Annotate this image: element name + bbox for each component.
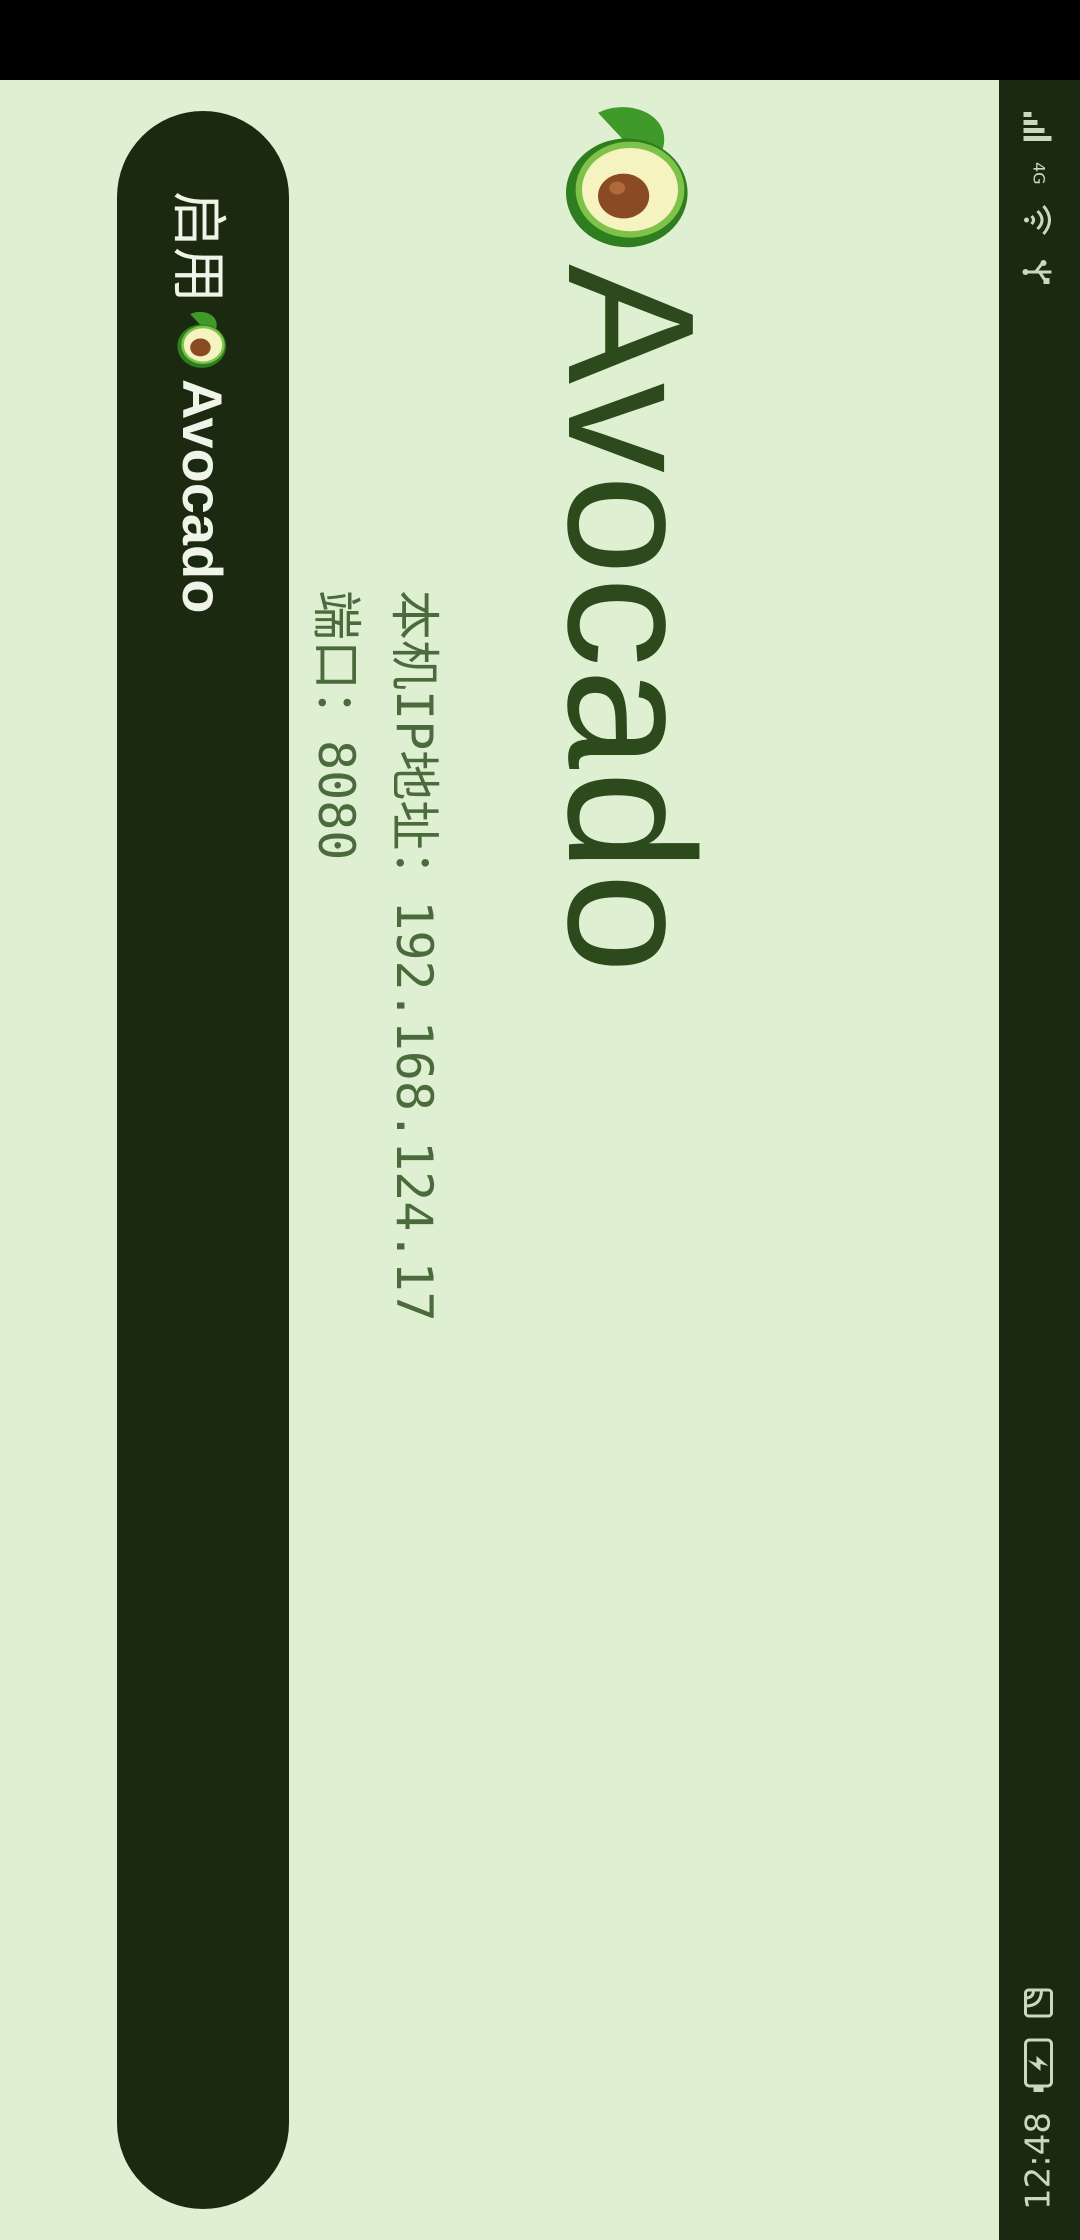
wifi-icon (1022, 203, 1056, 237)
battery-charging-icon (1022, 2038, 1056, 2094)
ip-address-line: 本机IP地址：192.168.124.17 (383, 590, 445, 1590)
app-title-group: Avocado (530, 100, 731, 975)
usb-icon (1022, 255, 1056, 289)
status-bar-content: 4G 12:48 (999, 80, 1080, 2240)
ip-value: 192.168.124.17 (385, 900, 443, 1322)
enable-button-suffix: Avocado (171, 379, 235, 614)
status-bar: 4G 12:48 (999, 80, 1080, 2240)
enable-button-content: 启用 Avocado (148, 191, 258, 791)
port-label: 端口： (307, 590, 365, 740)
status-time: 12:48 (1019, 2112, 1059, 2210)
cast-icon (1022, 1986, 1056, 2020)
network-label: 4G (1029, 162, 1049, 185)
port-value: 8080 (307, 740, 365, 861)
top-system-bezel (0, 0, 1080, 80)
status-right-group: 12:48 (1019, 1986, 1059, 2210)
port-line: 端口：8080 (305, 590, 367, 1590)
server-info: 本机IP地址：192.168.124.17 端口：8080 (305, 590, 445, 1590)
enable-avocado-button[interactable]: 启用 Avocado (117, 111, 289, 2209)
status-left-group: 4G (1022, 110, 1056, 289)
enable-button-prefix: 启用 (165, 191, 231, 303)
ip-label: 本机IP地址： (385, 590, 443, 901)
signal-icon (1022, 110, 1056, 144)
avocado-icon (550, 100, 710, 260)
avocado-icon (171, 309, 235, 373)
app-title: Avocado (530, 264, 731, 976)
